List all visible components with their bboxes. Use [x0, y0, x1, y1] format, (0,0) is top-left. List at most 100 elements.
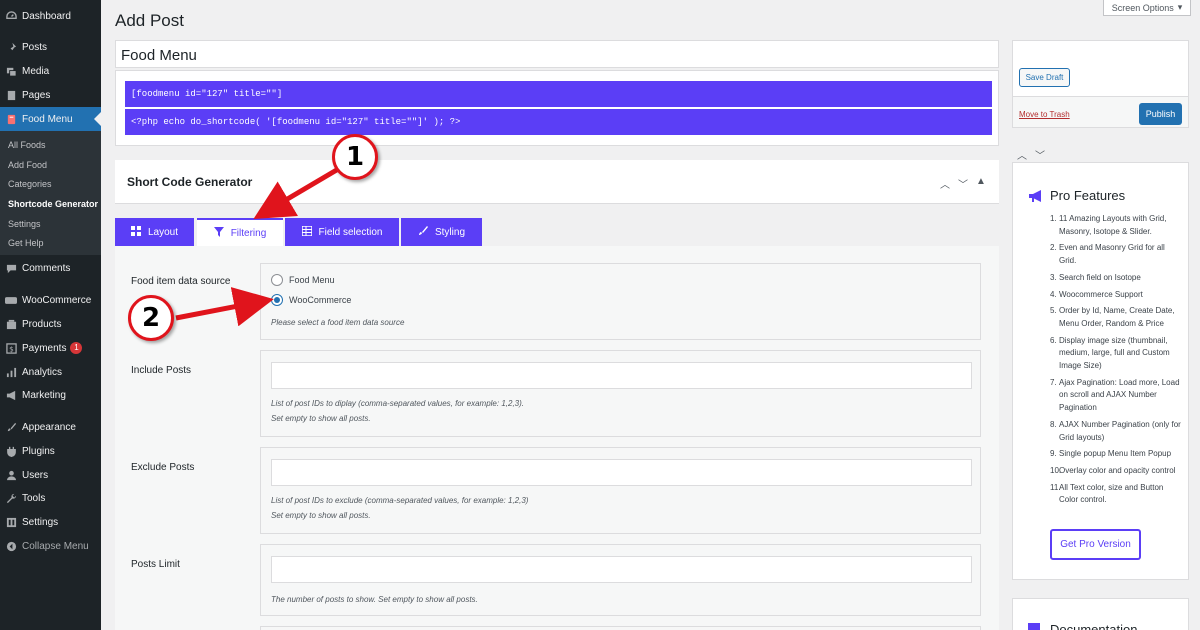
list-number: 3.: [1050, 272, 1057, 282]
list-number: 2.: [1050, 243, 1057, 253]
products-icon: [0, 319, 22, 330]
screen-options-button[interactable]: Screen Options ▾: [1103, 0, 1191, 16]
radio-option-food-menu[interactable]: Food Menu: [271, 274, 335, 286]
pro-feature-text: Search field on Isotope: [1059, 272, 1141, 282]
dashboard-icon: [0, 10, 22, 22]
chevron-up-icon[interactable]: ︿: [1017, 147, 1027, 162]
pro-feature-text: 11 Amazing Layouts with Grid, Masonry, I…: [1059, 214, 1167, 236]
shortcode-text[interactable]: [foodmenu id="127" title=""]: [125, 81, 992, 107]
pro-feature-item: 10. Overlay color and opacity control: [1050, 465, 1182, 478]
posts-limit-field: The number of posts to show. Set empty t…: [260, 544, 981, 616]
list-number: 6.: [1050, 335, 1057, 345]
pro-feature-item: 5. Order by Id, Name, Create Date, Menu O…: [1050, 305, 1182, 330]
menu-payments[interactable]: $ Payments 1: [0, 337, 101, 359]
chevron-down-icon[interactable]: ﹀: [1035, 147, 1045, 162]
menu-marketing[interactable]: Marketing: [0, 384, 101, 406]
grid-icon: [130, 225, 141, 239]
tab-filtering[interactable]: Filtering: [197, 218, 283, 246]
notification-badge: 1: [70, 342, 83, 354]
exclude-posts-help-2: Set empty to show all posts.: [271, 511, 371, 520]
menu-analytics[interactable]: Analytics: [0, 361, 101, 383]
tab-label: Layout: [147, 226, 179, 238]
radio-button[interactable]: [271, 274, 283, 286]
publish-actions: Move to Trash Publish: [1013, 96, 1188, 127]
chevron-down-icon[interactable]: ﹀: [958, 176, 968, 191]
pro-feature-text: Woocommerce Support: [1059, 289, 1143, 299]
pro-features-box: Pro Features 1. 11 Amazing Layouts with G…: [1012, 162, 1189, 580]
save-draft-button[interactable]: Save Draft: [1019, 68, 1070, 87]
menu-comments[interactable]: Comments: [0, 257, 101, 279]
collapse-icon: [0, 541, 22, 552]
megaphone-icon: [1027, 188, 1043, 207]
posts-limit-input[interactable]: [271, 556, 972, 583]
menu-collapse[interactable]: Collapse Menu: [0, 535, 101, 557]
pro-feature-item: 6. Display image size (thumbnail, medium,…: [1050, 335, 1182, 373]
menu-label: Plugins: [22, 445, 55, 457]
menu-label: Media: [22, 65, 50, 77]
admin-sidebar: Dashboard Posts Media Pages Food Menu Al…: [0, 0, 101, 630]
exclude-posts-input[interactable]: [271, 459, 972, 486]
caret-down-icon: ▾: [1177, 2, 1183, 12]
menu-products[interactable]: Products: [0, 313, 101, 335]
include-posts-field: List of post IDs to diplay (comma-separa…: [260, 350, 981, 437]
pro-feature-text: Overlay color and opacity control: [1059, 465, 1176, 475]
list-number: 9.: [1050, 449, 1057, 459]
menu-media[interactable]: Media: [0, 60, 101, 82]
menu-plugins[interactable]: Plugins: [0, 440, 101, 462]
menu-users[interactable]: Users: [0, 464, 101, 486]
next-field-box: [260, 626, 981, 630]
submenu-add-food[interactable]: Add Food: [8, 160, 47, 170]
pro-feature-item: 4. Woocommerce Support: [1050, 289, 1182, 302]
menu-label: Tools: [22, 492, 46, 504]
move-to-trash-link[interactable]: Move to Trash: [1019, 110, 1070, 119]
panel-title: Short Code Generator: [127, 175, 253, 189]
documentation-box: Documentation: [1012, 598, 1189, 630]
toggle-arrow-icon[interactable]: ▲: [976, 176, 986, 191]
menu-woocommerce[interactable]: WooCommerce: [0, 289, 101, 311]
pro-feature-item: 3. Search field on Isotope: [1050, 272, 1182, 285]
menu-dashboard[interactable]: Dashboard: [0, 5, 101, 27]
get-pro-version-button[interactable]: Get Pro Version: [1050, 529, 1141, 560]
menu-appearance[interactable]: Appearance: [0, 416, 101, 438]
chevron-up-icon[interactable]: ︿: [940, 176, 950, 191]
radio-button-checked[interactable]: [271, 294, 283, 306]
analytics-icon: [0, 367, 22, 378]
posts-limit-help: The number of posts to show. Set empty t…: [271, 595, 478, 604]
menu-posts[interactable]: Posts: [0, 36, 101, 58]
panel-header: Short Code Generator ︿ ﹀ ▲: [115, 160, 999, 204]
tab-field-selection[interactable]: Field selection: [285, 218, 399, 246]
menu-label: Settings: [22, 516, 59, 528]
menu-pages[interactable]: Pages: [0, 84, 101, 106]
menu-tools[interactable]: Tools: [0, 487, 101, 509]
exclude-posts-field: List of post IDs to exclude (comma-separ…: [260, 447, 981, 534]
list-number: 1.: [1050, 214, 1057, 223]
publish-button[interactable]: Publish: [1139, 103, 1182, 125]
plugin-icon: [0, 446, 22, 457]
include-posts-label: Include Posts: [131, 365, 192, 376]
tab-layout[interactable]: Layout: [115, 218, 194, 246]
brush-icon: [418, 225, 428, 239]
page-title: Add Post: [115, 11, 184, 30]
media-icon: [0, 66, 22, 77]
submenu-settings[interactable]: Settings: [8, 219, 41, 229]
table-icon: [300, 224, 313, 239]
submenu-get-help[interactable]: Get Help: [8, 238, 44, 248]
data-source-help: Please select a food item data source: [271, 318, 405, 327]
post-title-input[interactable]: Food Menu: [115, 40, 999, 68]
list-number: 11.: [1050, 482, 1061, 492]
tab-styling[interactable]: Styling: [401, 218, 482, 246]
php-code-text[interactable]: <?php echo do_shortcode( '[foodmenu id="…: [125, 109, 992, 135]
payments-icon: $: [0, 342, 22, 354]
include-posts-input[interactable]: [271, 362, 972, 389]
radio-option-woocommerce[interactable]: WooCommerce: [271, 294, 351, 306]
filtering-tab-content: Food item data source Food Menu WooComme…: [115, 246, 999, 630]
callout-badge-1: 1: [332, 134, 378, 180]
menu-settings[interactable]: Settings: [0, 511, 101, 533]
pro-feature-text: Display image size (thumbnail, medium, l…: [1059, 335, 1170, 371]
document-icon: [1027, 622, 1041, 630]
submenu-all-foods[interactable]: All Foods: [8, 140, 46, 150]
menu-food-menu[interactable]: Food Menu: [0, 107, 101, 131]
submenu-categories[interactable]: Categories: [8, 179, 52, 189]
submenu-shortcode-generator[interactable]: Shortcode Generator: [8, 199, 98, 209]
menu-label: WooCommerce: [22, 294, 92, 306]
